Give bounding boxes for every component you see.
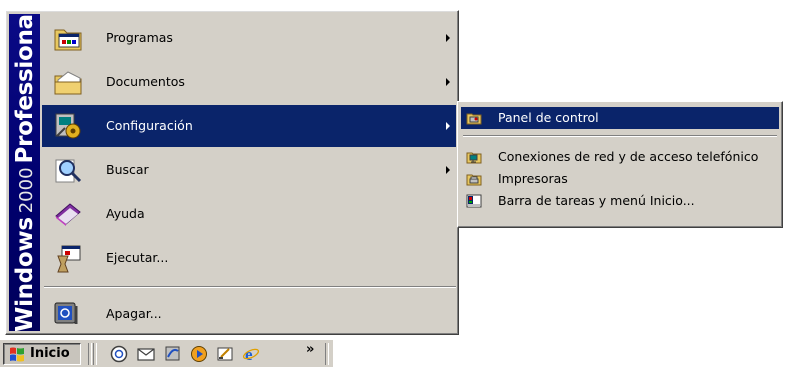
menu-item-label: Configuración <box>106 118 193 133</box>
submenu-arrow-icon <box>446 34 450 42</box>
windows-2000-banner: Windows 2000 Professional <box>9 14 40 331</box>
settings-icon <box>52 110 84 142</box>
start-button[interactable]: Inicio <box>3 343 81 365</box>
printers-icon <box>466 171 482 187</box>
submenu-item-barra-de-tareas[interactable]: Barra de tareas y menú Inicio... <box>461 190 779 212</box>
submenu-separator <box>463 135 777 137</box>
taskbar: Inicio e » <box>0 339 333 367</box>
banner-windows: Windows <box>12 217 38 331</box>
submenu-item-label: Impresoras <box>498 171 568 186</box>
menu-item-label: Buscar <box>106 162 149 177</box>
taskbar-divider <box>88 343 92 365</box>
menu-item-label: Programas <box>106 30 173 45</box>
menu-item-apagar[interactable]: Apagar... <box>42 293 456 335</box>
submenu-item-label: Conexiones de red y de acceso telefónico <box>498 149 759 164</box>
menu-item-label: Ejecutar... <box>106 250 169 265</box>
banner-2000: 2000 <box>16 167 37 214</box>
taskbar-divider <box>325 343 329 365</box>
search-icon <box>52 154 84 186</box>
submenu-item-label: Panel de control <box>498 110 599 125</box>
windows-logo-icon <box>8 346 26 362</box>
taskbar-divider <box>93 343 97 365</box>
channel-icon[interactable] <box>164 345 182 363</box>
menu-item-label: Apagar... <box>106 306 162 321</box>
control-panel-icon <box>466 110 482 126</box>
media-player-icon[interactable] <box>190 345 208 363</box>
internet-explorer-icon[interactable]: e <box>242 345 260 364</box>
submenu-item-panel-de-control[interactable]: Panel de control <box>461 107 779 129</box>
outlook-express-icon[interactable] <box>110 345 128 363</box>
submenu-arrow-icon <box>446 78 450 86</box>
network-connections-icon <box>466 149 482 165</box>
desktop-icon[interactable] <box>216 345 234 363</box>
quick-launch-chevron[interactable]: » <box>306 342 314 357</box>
menu-separator <box>44 286 456 288</box>
submenu-arrow-icon <box>446 122 450 130</box>
submenu-item-label: Barra de tareas y menú Inicio... <box>498 193 695 208</box>
start-button-label: Inicio <box>30 346 70 361</box>
submenu-arrow-icon <box>446 166 450 174</box>
help-book-icon <box>52 198 84 230</box>
taskbar-start-menu-icon <box>466 193 482 209</box>
programs-folder-icon <box>52 22 84 54</box>
run-icon <box>52 242 84 274</box>
menu-item-buscar[interactable]: Buscar <box>42 149 456 191</box>
submenu-item-impresoras[interactable]: Impresoras <box>461 168 779 190</box>
configuracion-submenu: Panel de control Conexiones de red y de … <box>457 101 783 228</box>
menu-item-label: Documentos <box>106 74 185 89</box>
banner-professional: Professional <box>12 14 38 164</box>
menu-item-ayuda[interactable]: Ayuda <box>42 193 456 235</box>
submenu-item-conexiones[interactable]: Conexiones de red y de acceso telefónico <box>461 146 779 168</box>
menu-item-documentos[interactable]: Documentos <box>42 61 456 103</box>
menu-item-configuracion[interactable]: Configuración <box>42 105 456 147</box>
menu-item-ejecutar[interactable]: Ejecutar... <box>42 237 456 279</box>
start-menu: Windows 2000 Professional Programas Docu… <box>5 10 459 335</box>
menu-item-label: Ayuda <box>106 206 145 221</box>
svg-text:e: e <box>245 345 253 363</box>
mail-icon[interactable] <box>137 345 155 363</box>
documents-folder-icon <box>52 66 84 98</box>
menu-item-programas[interactable]: Programas <box>42 17 456 59</box>
shutdown-icon <box>52 298 84 330</box>
